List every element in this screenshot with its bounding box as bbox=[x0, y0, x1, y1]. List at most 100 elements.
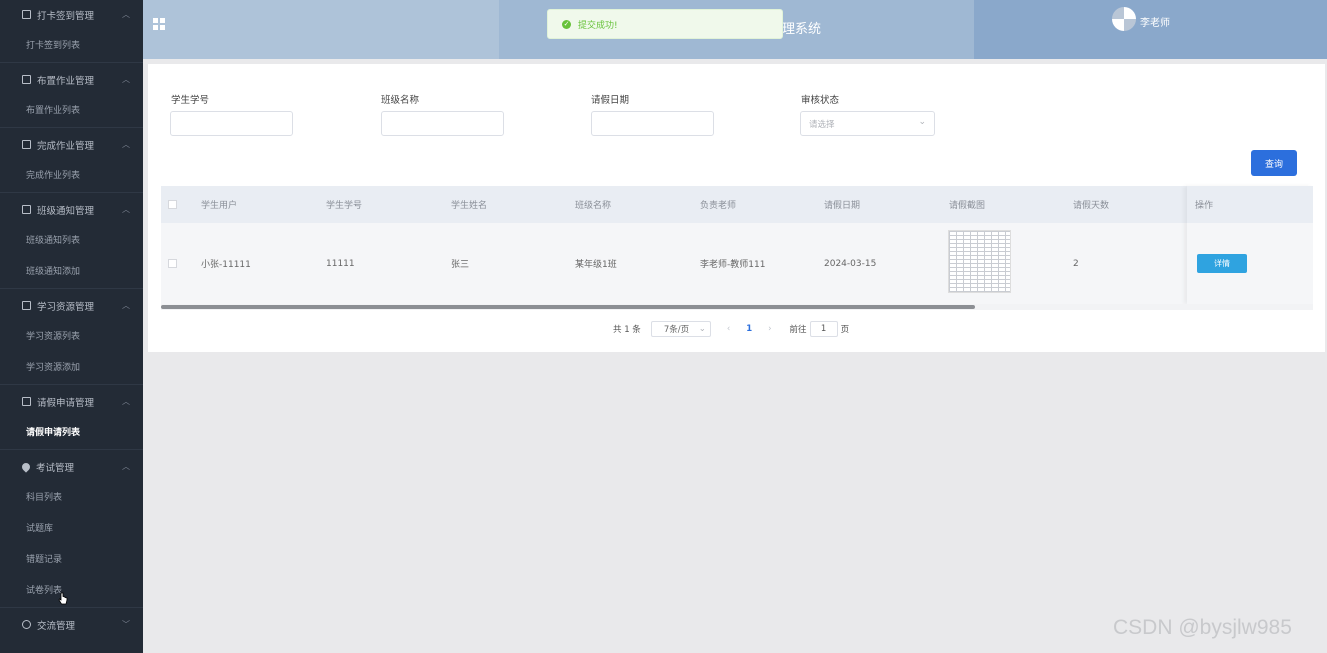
goto-label: 前往 bbox=[789, 325, 807, 335]
chevron-up-icon: ︿ bbox=[122, 301, 130, 310]
location-pin-icon bbox=[20, 460, 32, 473]
goto-page-input[interactable]: 1 bbox=[809, 321, 838, 337]
sidebar-item-leave-list[interactable]: 请假申请列表 bbox=[0, 416, 143, 447]
sidebar-group-chat[interactable]: 交流管理 ﹀ bbox=[0, 610, 143, 639]
table-row[interactable]: 小张-11111 11111 张三 某年级1班 李老师-教师111 2024-0… bbox=[161, 223, 1313, 304]
main-card: 学生学号 班级名称 请假日期 审核状态 请选择 ⌄ 查询 学生用户 学生学号 学… bbox=[148, 64, 1325, 352]
col-header: 负责老师 bbox=[700, 201, 737, 211]
sidebar-item-checkin-list[interactable]: 打卡签到列表 bbox=[0, 29, 143, 60]
notice-icon bbox=[22, 205, 31, 214]
col-header: 请假截图 bbox=[949, 201, 986, 211]
divider bbox=[0, 127, 143, 128]
next-page-icon[interactable]: › bbox=[768, 324, 771, 334]
chevron-down-icon: ﹀ bbox=[122, 620, 130, 629]
sidebar-group-label: 打卡签到管理 bbox=[37, 10, 95, 22]
page-size-select[interactable]: 7条/页 ⌄ bbox=[650, 321, 711, 337]
prev-page-icon[interactable]: ‹ bbox=[727, 324, 730, 334]
page-size-value: 7条/页 bbox=[663, 325, 690, 335]
header-right-band bbox=[974, 0, 1327, 59]
divider bbox=[0, 62, 143, 63]
leave-date-input[interactable] bbox=[591, 111, 714, 136]
cell-user: 小张-11111 bbox=[201, 260, 251, 270]
divider bbox=[0, 607, 143, 608]
sidebar-group-resource[interactable]: 学习资源管理 ︿ bbox=[0, 291, 143, 320]
leave-table: 学生用户 学生学号 学生姓名 班级名称 负责老师 请假日期 请假截图 请假天数 … bbox=[161, 186, 1313, 304]
leave-date-label: 请假日期 bbox=[591, 95, 630, 106]
sidebar-group-exam[interactable]: 考试管理 ︿ bbox=[0, 452, 143, 481]
sidebar-item-notice-list[interactable]: 班级通知列表 bbox=[0, 224, 143, 255]
menu-grid-icon[interactable] bbox=[153, 18, 165, 30]
leave-icon bbox=[22, 397, 31, 406]
detail-button[interactable]: 详情 bbox=[1197, 254, 1247, 273]
divider bbox=[0, 288, 143, 289]
avatar[interactable] bbox=[1112, 7, 1136, 31]
sidebar-group-complete-homework[interactable]: 完成作业管理 ︿ bbox=[0, 130, 143, 159]
status-placeholder: 请选择 bbox=[809, 119, 835, 130]
sidebar-group-class-notice[interactable]: 班级通知管理 ︿ bbox=[0, 195, 143, 224]
sidebar-item-resource-add[interactable]: 学习资源添加 bbox=[0, 351, 143, 382]
fixed-action-column bbox=[1187, 186, 1313, 304]
complete-icon bbox=[22, 140, 31, 149]
divider bbox=[0, 192, 143, 193]
watermark: CSDN @bysjlw985 bbox=[1113, 616, 1292, 639]
col-header: 学生用户 bbox=[201, 201, 238, 211]
sidebar-item-subject-list[interactable]: 科目列表 bbox=[0, 481, 143, 512]
resource-icon bbox=[22, 301, 31, 310]
sidebar: 打卡签到管理 ︿ 打卡签到列表 布置作业管理 ︿ 布置作业列表 完成作业管理 ︿… bbox=[0, 0, 143, 653]
sidebar-item-assign-list[interactable]: 布置作业列表 bbox=[0, 94, 143, 125]
sidebar-group-label: 完成作业管理 bbox=[37, 140, 95, 152]
divider bbox=[0, 384, 143, 385]
sidebar-item-paper-list[interactable]: 试卷列表 bbox=[0, 574, 143, 605]
chevron-up-icon: ︿ bbox=[122, 462, 130, 471]
chevron-up-icon: ︿ bbox=[122, 140, 130, 149]
cell-class: 某年级1班 bbox=[575, 260, 617, 270]
sidebar-item-complete-list[interactable]: 完成作业列表 bbox=[0, 159, 143, 190]
check-circle-icon: ✓ bbox=[562, 19, 571, 29]
cell-teacher: 李老师-教师111 bbox=[700, 260, 766, 270]
class-name-input[interactable] bbox=[381, 111, 504, 136]
checkin-icon bbox=[22, 10, 31, 19]
sidebar-group-label: 布置作业管理 bbox=[37, 75, 95, 87]
col-header: 班级名称 bbox=[575, 201, 612, 211]
toast-message: 提交成功! bbox=[578, 20, 618, 31]
sidebar-group-label: 交流管理 bbox=[37, 620, 76, 632]
table-header: 学生用户 学生学号 学生姓名 班级名称 负责老师 请假日期 请假截图 请假天数 … bbox=[161, 186, 1313, 223]
student-no-input[interactable] bbox=[170, 111, 293, 136]
status-select[interactable]: 请选择 ⌄ bbox=[800, 111, 935, 136]
sidebar-group-checkin[interactable]: 打卡签到管理 ︿ bbox=[0, 0, 143, 29]
sidebar-item-wrong-records[interactable]: 错题记录 bbox=[0, 543, 143, 574]
col-header: 学生学号 bbox=[326, 201, 363, 211]
system-title: 理系统 bbox=[782, 22, 822, 37]
chevron-down-icon: ⌄ bbox=[698, 324, 706, 334]
success-toast: ✓ 提交成功! bbox=[547, 9, 783, 39]
sidebar-item-question-bank[interactable]: 试题库 bbox=[0, 512, 143, 543]
sidebar-group-leave[interactable]: 请假申请管理 ︿ bbox=[0, 387, 143, 416]
student-no-label: 学生学号 bbox=[171, 95, 210, 106]
cell-name: 张三 bbox=[451, 260, 470, 270]
chevron-up-icon: ︿ bbox=[122, 75, 130, 84]
select-all-checkbox[interactable] bbox=[168, 200, 177, 209]
hand-cursor-icon bbox=[58, 592, 68, 605]
sidebar-item-notice-add[interactable]: 班级通知添加 bbox=[0, 255, 143, 286]
col-header: 请假日期 bbox=[824, 201, 861, 211]
sidebar-group-label: 学习资源管理 bbox=[37, 301, 95, 313]
sidebar-group-label: 班级通知管理 bbox=[37, 205, 95, 217]
page-suffix: 页 bbox=[840, 325, 850, 335]
row-checkbox[interactable] bbox=[168, 259, 177, 268]
leave-screenshot-thumbnail[interactable] bbox=[948, 230, 1011, 293]
cell-student-no: 11111 bbox=[326, 258, 355, 269]
page-number[interactable]: 1 bbox=[746, 324, 752, 334]
divider bbox=[0, 449, 143, 450]
horizontal-scrollbar[interactable] bbox=[161, 305, 975, 309]
sidebar-item-resource-list[interactable]: 学习资源列表 bbox=[0, 320, 143, 351]
chat-icon bbox=[22, 620, 31, 629]
col-header: 学生姓名 bbox=[451, 201, 488, 211]
total-count: 共 1 条 bbox=[613, 325, 641, 335]
cell-date: 2024-03-15 bbox=[824, 258, 877, 269]
class-name-label: 班级名称 bbox=[381, 95, 420, 106]
query-button[interactable]: 查询 bbox=[1251, 150, 1297, 176]
sidebar-group-assign-homework[interactable]: 布置作业管理 ︿ bbox=[0, 65, 143, 94]
user-name[interactable]: 李老师 bbox=[1140, 14, 1170, 29]
sidebar-group-label: 考试管理 bbox=[36, 462, 75, 474]
status-label: 审核状态 bbox=[801, 95, 840, 106]
